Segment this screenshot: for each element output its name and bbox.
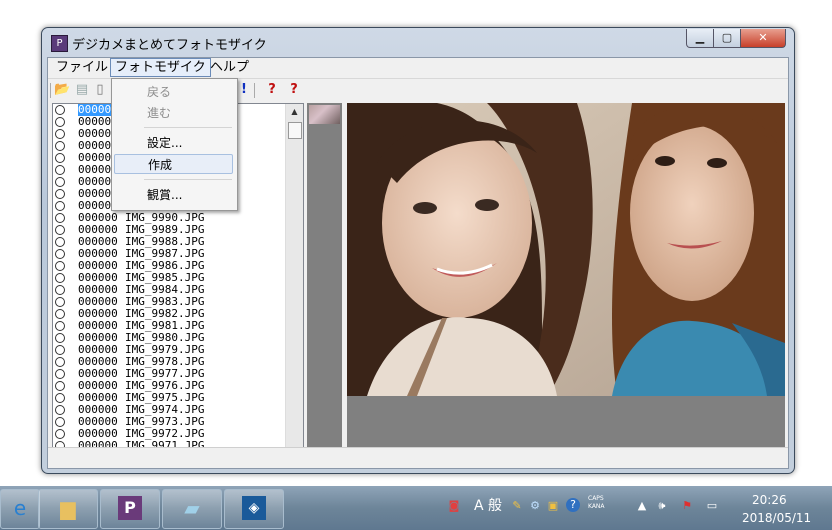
- taskbar-explorer-button[interactable]: ▆: [38, 489, 98, 529]
- radio-circle-icon[interactable]: [55, 213, 65, 223]
- menu-separator: [144, 179, 232, 180]
- radio-circle-icon[interactable]: [55, 393, 65, 403]
- radio-circle-icon[interactable]: [55, 321, 65, 331]
- ime-tool-icon[interactable]: ✎: [509, 498, 525, 514]
- scroll-up-icon[interactable]: ▲: [286, 104, 303, 120]
- blue-app-icon: ◈: [242, 496, 266, 520]
- internet-explorer-icon: e: [13, 496, 27, 520]
- action-center-flag-icon[interactable]: ⚑: [679, 498, 695, 514]
- radio-circle-icon[interactable]: [55, 237, 65, 247]
- status-bar: [48, 447, 788, 468]
- menu-item-forward[interactable]: 進む: [114, 103, 233, 123]
- radio-circle-icon[interactable]: [55, 189, 65, 199]
- taskbar: e ▆ P ▰ ◈ ◙ A 般 ✎ ⚙ ▣ ? ▲ 🕪 ⚑ ▭: [0, 486, 832, 530]
- clock-date[interactable]: 2018/05/11: [742, 511, 811, 525]
- radio-circle-icon[interactable]: [55, 429, 65, 439]
- menu-item-settings[interactable]: 設定...: [114, 133, 233, 153]
- radio-circle-icon[interactable]: [55, 141, 65, 151]
- show-hidden-icons-icon[interactable]: ▲: [634, 498, 650, 514]
- ime-dictionary-icon[interactable]: ▣: [545, 498, 561, 514]
- exclamation-icon[interactable]: !: [236, 82, 252, 98]
- vertical-scrollbar[interactable]: ▲ ▼: [285, 104, 303, 464]
- radio-circle-icon[interactable]: [55, 249, 65, 259]
- menu-file[interactable]: ファイル: [52, 59, 112, 76]
- context-help-icon[interactable]: ?: [286, 82, 302, 98]
- ime-help-icon[interactable]: ?: [566, 498, 580, 512]
- document-icon[interactable]: ▯: [92, 82, 108, 98]
- thumbnail-strip: [307, 103, 342, 463]
- preview-pane: [347, 103, 785, 463]
- clock-time[interactable]: 20:26: [752, 493, 787, 507]
- maximize-button[interactable]: ▢: [713, 29, 741, 48]
- menu-photomosaic[interactable]: フォトモザイク: [110, 58, 211, 77]
- radio-circle-icon[interactable]: [55, 117, 65, 127]
- scroll-thumb[interactable]: [288, 122, 302, 139]
- taskbar-ie-button[interactable]: e: [0, 489, 40, 529]
- radio-circle-icon[interactable]: [55, 381, 65, 391]
- radio-circle-icon[interactable]: [55, 297, 65, 307]
- toolbar-separator: [254, 83, 255, 98]
- photomosaic-app-icon: P: [118, 496, 142, 520]
- menu-help[interactable]: ヘルプ: [206, 59, 253, 76]
- volume-icon[interactable]: 🕪: [654, 498, 670, 514]
- help-icon[interactable]: ?: [264, 82, 280, 98]
- radio-circle-icon[interactable]: [55, 105, 65, 115]
- network-icon[interactable]: ▭: [704, 498, 720, 514]
- radio-circle-icon[interactable]: [55, 357, 65, 367]
- preview-photo: [347, 103, 785, 396]
- radio-circle-icon[interactable]: [55, 309, 65, 319]
- radio-circle-icon[interactable]: [55, 417, 65, 427]
- radio-circle-icon[interactable]: [55, 345, 65, 355]
- ime-pad-icon[interactable]: ⚙: [527, 498, 543, 514]
- title-bar[interactable]: P デジカメまとめてフォトモザイク ▁ ▢ ✕: [42, 28, 794, 56]
- caps-kana-indicator: CAPS KANA: [588, 495, 605, 511]
- menu-item-back[interactable]: 戻る: [114, 82, 233, 102]
- kana-label: KANA: [588, 503, 605, 510]
- radio-circle-icon[interactable]: [55, 129, 65, 139]
- radio-circle-icon[interactable]: [55, 333, 65, 343]
- menu-bar: ファイル フォトモザイク ヘルプ: [48, 58, 788, 79]
- taskbar-photomosaic-button[interactable]: P: [100, 489, 160, 529]
- app-icon: P: [51, 35, 68, 52]
- ime-mode-indicator[interactable]: A 般: [468, 498, 508, 514]
- minimize-button[interactable]: ▁: [686, 29, 714, 48]
- caps-label: CAPS: [588, 495, 604, 502]
- taskbar-notes-button[interactable]: ▰: [162, 489, 222, 529]
- thumbnail-image[interactable]: [309, 105, 340, 124]
- save-icon[interactable]: ▤: [74, 82, 90, 98]
- close-button[interactable]: ✕: [740, 29, 786, 48]
- menu-separator: [144, 127, 232, 128]
- notes-icon: ▰: [184, 496, 200, 520]
- radio-circle-icon[interactable]: [55, 405, 65, 415]
- radio-circle-icon[interactable]: [55, 165, 65, 175]
- photomosaic-menu-dropdown: 戻る 進む 設定... 作成 観賞...: [111, 78, 238, 211]
- radio-circle-icon[interactable]: [55, 285, 65, 295]
- menu-item-view[interactable]: 観賞...: [114, 185, 233, 205]
- photo-image: [347, 103, 785, 396]
- taskbar-app-button[interactable]: ◈: [224, 489, 284, 529]
- radio-circle-icon[interactable]: [55, 225, 65, 235]
- toolbar-separator: [50, 83, 51, 98]
- menu-item-create[interactable]: 作成: [114, 154, 233, 174]
- radio-circle-icon[interactable]: [55, 153, 65, 163]
- radio-circle-icon[interactable]: [55, 369, 65, 379]
- security-tray-icon[interactable]: ◙: [446, 498, 462, 514]
- radio-circle-icon[interactable]: [55, 261, 65, 271]
- radio-circle-icon[interactable]: [55, 201, 65, 211]
- folder-icon: ▆: [60, 496, 76, 520]
- open-folder-icon[interactable]: 📂: [54, 82, 70, 98]
- radio-circle-icon[interactable]: [55, 273, 65, 283]
- radio-circle-icon[interactable]: [55, 177, 65, 187]
- window-title: デジカメまとめてフォトモザイク: [72, 38, 267, 53]
